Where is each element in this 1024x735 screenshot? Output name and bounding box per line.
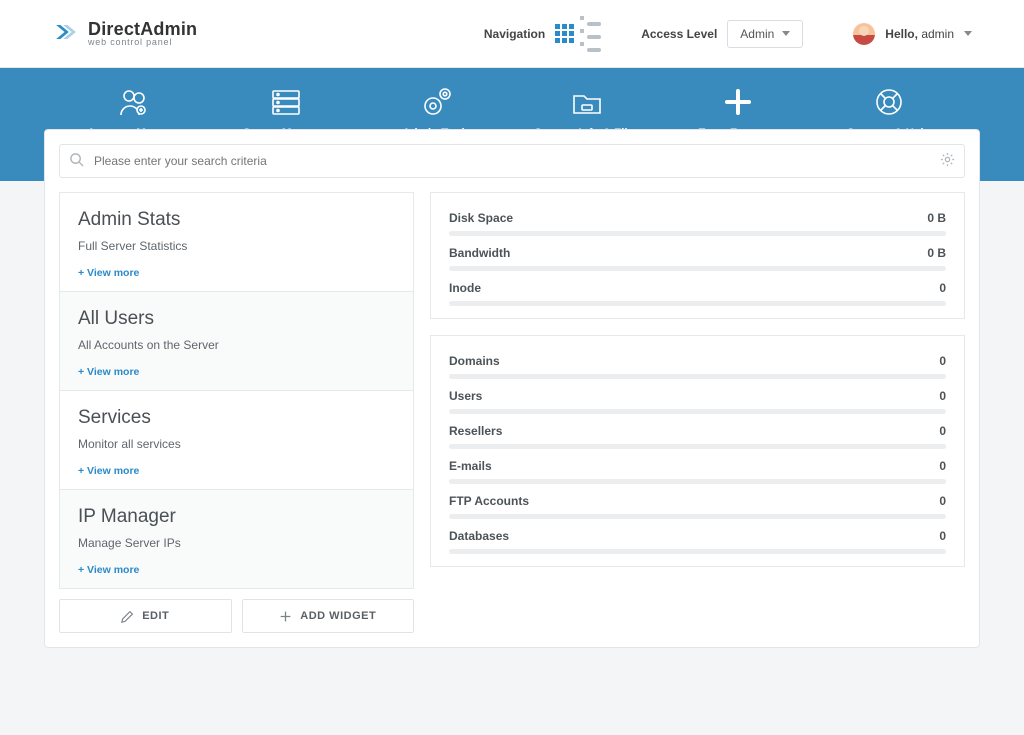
nav-grid-icon[interactable]: [555, 24, 574, 43]
stat-value: 0: [939, 424, 946, 438]
access-level-dropdown[interactable]: Admin: [727, 20, 803, 48]
widget-title: IP Manager: [78, 506, 395, 528]
stat-label: Users: [449, 389, 482, 403]
chevron-down-icon: [964, 31, 972, 36]
view-more-link[interactable]: + View more: [78, 564, 139, 576]
edit-button[interactable]: EDIT: [59, 599, 232, 633]
search-input[interactable]: [59, 144, 965, 178]
view-more-link[interactable]: + View more: [78, 465, 139, 477]
navigation-label: Navigation: [484, 27, 545, 41]
users-icon: [115, 86, 155, 118]
stat-resellers: Resellers 0: [449, 416, 946, 451]
progress-bar: [449, 301, 946, 306]
folder-icon: [567, 86, 607, 118]
widget-ip-manager: IP Manager Manage Server IPs + View more: [59, 490, 414, 589]
edit-label: EDIT: [142, 610, 169, 622]
widget-subtitle: Full Server Statistics: [78, 239, 395, 253]
view-more-link[interactable]: + View more: [78, 267, 139, 279]
widget-subtitle: All Accounts on the Server: [78, 338, 395, 352]
stat-label: Bandwidth: [449, 246, 510, 260]
stat-e-mails: E-mails 0: [449, 451, 946, 486]
stat-domains: Domains 0: [449, 346, 946, 381]
stat-value: 0: [939, 281, 946, 295]
widget-title: Services: [78, 407, 395, 429]
stat-inode: Inode 0: [449, 273, 946, 308]
stat-users: Users 0: [449, 381, 946, 416]
widget-all-users: All Users All Accounts on the Server + V…: [59, 292, 414, 391]
stat-value: 0 B: [927, 246, 946, 260]
stat-label: E-mails: [449, 459, 492, 473]
avatar: [853, 23, 875, 45]
add-widget-label: ADD WIDGET: [300, 610, 376, 622]
stat-label: Resellers: [449, 424, 502, 438]
nav-list-icon[interactable]: [580, 16, 601, 52]
stat-value: 0: [939, 389, 946, 403]
stat-value: 0: [939, 529, 946, 543]
lifebuoy-icon: [869, 86, 909, 118]
usage-stats-widget: Disk Space 0 B Bandwidth 0 B Inode 0: [430, 192, 965, 319]
progress-bar: [449, 549, 946, 554]
hello-prefix: Hello,: [885, 27, 918, 41]
widget-services: Services Monitor all services + View mor…: [59, 391, 414, 490]
stat-value: 0: [939, 354, 946, 368]
view-more-link[interactable]: + View more: [78, 366, 139, 378]
top-bar: DirectAdmin web control panel Navigation…: [0, 0, 1024, 68]
chevron-down-icon: [782, 31, 790, 36]
progress-bar: [449, 231, 946, 236]
stat-label: FTP Accounts: [449, 494, 529, 508]
user-menu[interactable]: Hello, admin: [853, 23, 972, 45]
widget-title: Admin Stats: [78, 209, 395, 231]
stat-disk-space: Disk Space 0 B: [449, 203, 946, 238]
server-icon: [266, 86, 306, 118]
stat-ftp-accounts: FTP Accounts 0: [449, 486, 946, 521]
widget-subtitle: Monitor all services: [78, 437, 395, 451]
access-level-value: Admin: [740, 27, 774, 41]
stat-value: 0: [939, 459, 946, 473]
widget-title: All Users: [78, 308, 395, 330]
plus-icon: [718, 86, 758, 118]
progress-bar: [449, 514, 946, 519]
widget-subtitle: Manage Server IPs: [78, 536, 395, 550]
count-stats-widget: Domains0Users0Resellers0E-mails0FTP Acco…: [430, 335, 965, 567]
gears-icon: [417, 86, 457, 118]
stat-databases: Databases 0: [449, 521, 946, 556]
logo-icon: [52, 18, 80, 49]
stat-value: 0 B: [927, 211, 946, 225]
progress-bar: [449, 479, 946, 484]
stat-label: Domains: [449, 354, 500, 368]
progress-bar: [449, 374, 946, 379]
search-icon: [69, 152, 84, 170]
brand-name: DirectAdmin: [88, 20, 197, 38]
stat-label: Disk Space: [449, 211, 513, 225]
access-level-label: Access Level: [641, 27, 717, 41]
settings-icon[interactable]: [940, 152, 955, 170]
stat-label: Inode: [449, 281, 481, 295]
progress-bar: [449, 409, 946, 414]
hello-user: admin: [921, 27, 954, 41]
progress-bar: [449, 266, 946, 271]
stat-label: Databases: [449, 529, 509, 543]
add-widget-button[interactable]: ADD WIDGET: [242, 599, 415, 633]
stat-value: 0: [939, 494, 946, 508]
stat-bandwidth: Bandwidth 0 B: [449, 238, 946, 273]
dashboard-panel: Admin Stats Full Server Statistics + Vie…: [44, 129, 980, 648]
widget-admin-stats: Admin Stats Full Server Statistics + Vie…: [59, 192, 414, 292]
progress-bar: [449, 444, 946, 449]
brand-logo[interactable]: DirectAdmin web control panel: [52, 18, 197, 49]
brand-sub: web control panel: [88, 38, 197, 47]
